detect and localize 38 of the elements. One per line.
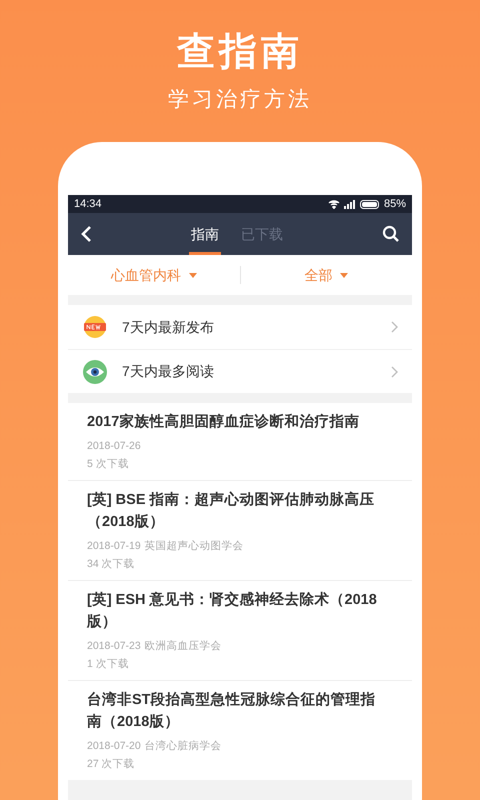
headline: 查指南 (177, 30, 303, 75)
guideline-date: 2018-07-23 (87, 639, 141, 654)
guideline-date: 2018-07-19 (87, 539, 141, 554)
guideline-date: 2018-07-20 (87, 739, 141, 754)
shortcut-row[interactable]: 7天内最多阅读 (68, 349, 412, 393)
shortcut-label: 7天内最新发布 (122, 318, 215, 336)
download-count: 27 次下载 (87, 757, 136, 772)
guideline-title: [英] ESH 意见书：肾交感神经去除术（2018版） (87, 590, 378, 632)
caret-icon (188, 272, 197, 278)
signal-icon (344, 200, 356, 208)
guideline-title: [英] BSE 指南：超声心动图评估肺动脉高压（2018版） (87, 490, 376, 532)
guideline-title: 台湾非ST段抬高型急性冠脉综合征的管理指南（2018版） (87, 690, 377, 732)
download-count: 5 次下载 (87, 457, 130, 472)
search-icon[interactable] (382, 225, 400, 243)
status-time: 14:34 (74, 196, 102, 212)
guideline-source: 台湾心脏病学会 (144, 739, 222, 754)
guideline-source: 欧洲高血压学会 (144, 639, 222, 654)
download-count: 34 次下载 (87, 557, 136, 572)
chevron-icon (391, 366, 398, 378)
shortcut-label: 7天内最多阅读 (122, 362, 215, 381)
guideline-title: 2017家族性高胆固醇血症诊断和治疗指南 (87, 412, 360, 432)
wifi-icon (328, 200, 340, 208)
battery-icon (360, 200, 380, 208)
eye-icon (82, 358, 108, 384)
guideline-source: 英国超声心动图学会 (144, 539, 244, 554)
guideline-item[interactable]: 台湾非ST段抬高型急性冠脉综合征的管理指南（2018版） 2018-07-20 台湾心脏病学会 27 次下载 (68, 681, 412, 780)
guideline-date: 2018-07-26 (87, 439, 141, 454)
download-count: 1 次下载 (87, 657, 130, 672)
caret-icon (340, 272, 348, 278)
battery-percent: 85% (384, 196, 406, 212)
subheadline: 学习治疗方法 (168, 87, 312, 113)
back-icon[interactable] (80, 225, 92, 243)
guideline-item[interactable]: 2017家族性高胆固醇血症诊断和治疗指南 2018-07-26 5 次下载 (68, 403, 412, 480)
shortcut-row[interactable]: 7天内最新发布 (68, 305, 412, 349)
guideline-item[interactable]: [英] ESH 意见书：肾交感神经去除术（2018版） 2018-07-23 欧洲高血压学会 1 次下载 (68, 581, 412, 680)
chevron-icon (391, 321, 398, 333)
guideline-item[interactable]: [英] BSE 指南：超声心动图评估肺动脉高压（2018版） 2018-07-19 英国超声心动图学会 34 次下载 (68, 481, 412, 580)
new-badge-icon (82, 314, 108, 340)
